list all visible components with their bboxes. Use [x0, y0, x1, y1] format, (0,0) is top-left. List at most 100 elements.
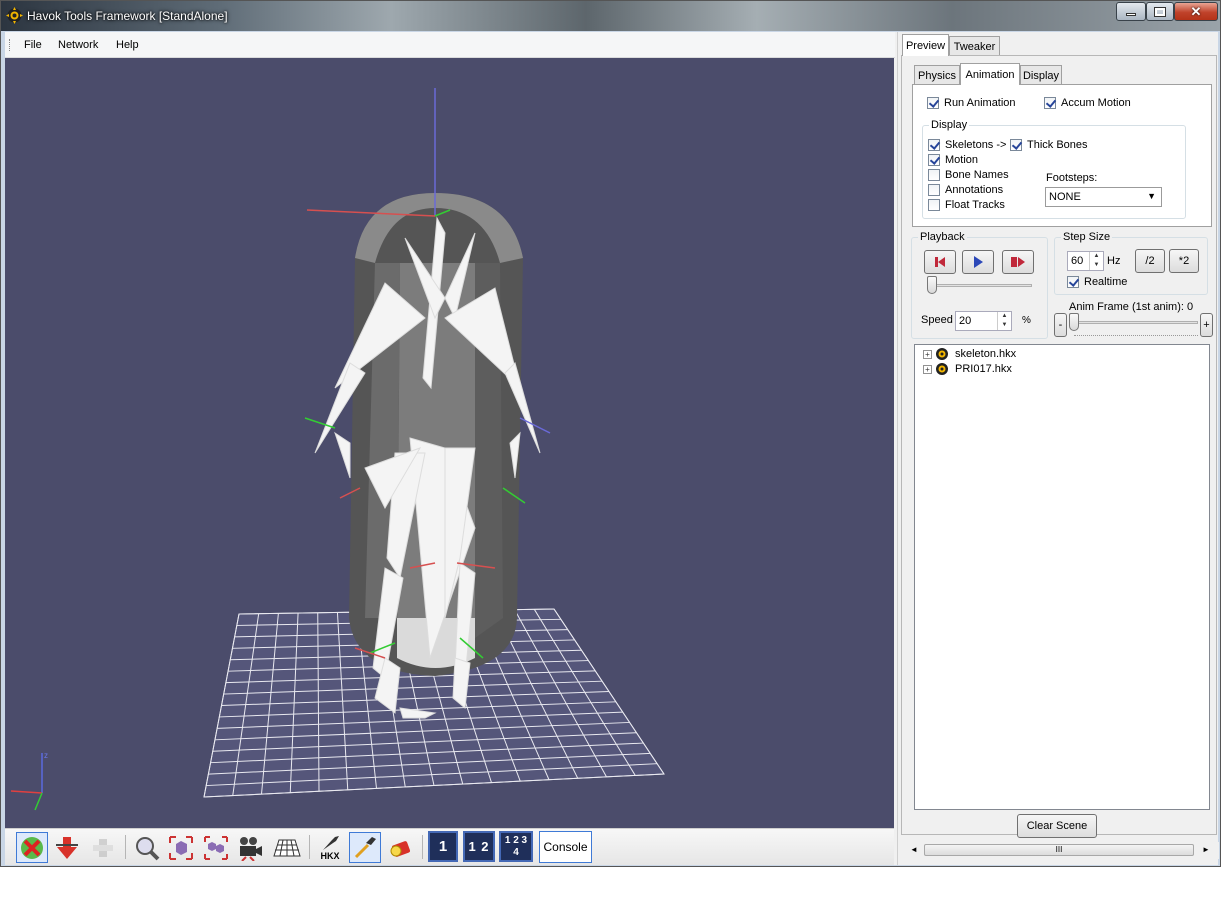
cube-frame-icon: [169, 835, 193, 860]
toolbar-button-wand[interactable]: [349, 832, 381, 863]
speed-label: Speed: [921, 314, 953, 326]
play-button[interactable]: [962, 250, 994, 274]
minimize-button[interactable]: [1116, 2, 1146, 21]
float-tracks-checkbox[interactable]: Float Tracks: [928, 199, 1005, 211]
menu-help[interactable]: Help: [116, 39, 139, 51]
maximize-icon: [1154, 6, 1166, 17]
tree-item-label: skeleton.hkx: [955, 348, 1017, 360]
menu-network[interactable]: Network: [58, 39, 98, 51]
double-step-button[interactable]: *2: [1169, 249, 1199, 273]
scroll-left-icon[interactable]: ◄: [910, 845, 918, 854]
grid-icon: [273, 839, 301, 856]
menu-file[interactable]: File: [24, 39, 42, 51]
tab-animation[interactable]: Animation: [960, 63, 1020, 85]
layout-two-button[interactable]: 1 2: [463, 831, 495, 862]
svg-text:z: z: [44, 751, 48, 760]
playback-group: Playback Speed 20 ▲ ▼ %: [911, 231, 1048, 339]
scroll-thumb[interactable]: III: [924, 844, 1194, 856]
tree-item-pri017[interactable]: + PRI017.hkx: [923, 362, 1012, 376]
maximize-button[interactable]: [1146, 2, 1174, 21]
double-step-label: *2: [1178, 255, 1190, 267]
toolbar-button-cubes[interactable]: [200, 832, 232, 863]
toolbar-button-x[interactable]: [16, 832, 48, 863]
annotations-checkbox[interactable]: Annotations: [928, 184, 1003, 196]
thick-bones-checkbox[interactable]: Thick Bones: [1010, 139, 1088, 151]
havok-logo-icon: [6, 7, 23, 24]
hz-stepper[interactable]: ▲ ▼: [1089, 252, 1103, 270]
zoom-icon: [136, 836, 160, 860]
speed-input[interactable]: 20 ▲ ▼: [955, 311, 1012, 331]
realtime-checkbox[interactable]: Realtime: [1067, 276, 1127, 288]
3d-viewport[interactable]: z: [5, 58, 894, 828]
bone-names-label: Bone Names: [945, 169, 1009, 181]
step-forward-icon: [1011, 257, 1025, 267]
footsteps-select[interactable]: NONE ▼: [1045, 187, 1162, 207]
footsteps-label: Footsteps:: [1046, 172, 1098, 184]
tab-tweaker[interactable]: Tweaker: [949, 36, 1000, 56]
checkbox-box: [928, 184, 940, 196]
hz-value: 60: [1071, 255, 1084, 267]
scene-tree[interactable]: + skeleton.hkx + PRI017.hkx: [914, 344, 1210, 810]
skeletons-checkbox[interactable]: Skeletons ->: [928, 139, 1006, 151]
tree-item-skeleton[interactable]: + skeleton.hkx: [923, 347, 1016, 361]
anim-frame-slider[interactable]: [1074, 321, 1198, 324]
scroll-grip: III: [1055, 845, 1063, 854]
motion-checkbox[interactable]: Motion: [928, 154, 978, 166]
run-animation-checkbox[interactable]: Run Animation: [927, 97, 1016, 109]
tab-display[interactable]: Display: [1020, 65, 1062, 85]
tab-tweaker-label: Tweaker: [953, 40, 996, 53]
speed-stepper[interactable]: ▲ ▼: [997, 312, 1011, 330]
minimize-icon: [1126, 13, 1136, 16]
disabled-icon: [93, 838, 113, 857]
toolbar-button-grid[interactable]: [271, 832, 303, 863]
toolbar-button-hkx[interactable]: HKX: [314, 832, 346, 863]
bottom-toolbar: HKX 1 1 2 1 2 3 4 Console: [5, 828, 894, 865]
horizontal-scrollbar[interactable]: ◄ III ►: [898, 842, 1219, 859]
cubes-icon: [204, 835, 228, 860]
step-size-group: Step Size 60 ▲ ▼ Hz /2 *2 Realtime: [1054, 231, 1208, 295]
layout-four-button[interactable]: 1 2 3 4: [499, 831, 533, 862]
accum-motion-label: Accum Motion: [1061, 97, 1131, 109]
tab-physics[interactable]: Physics: [914, 65, 960, 85]
menu-grip: [9, 39, 11, 51]
skip-back-icon: [935, 257, 945, 267]
rewind-button[interactable]: [924, 250, 956, 274]
expand-icon[interactable]: +: [923, 349, 932, 359]
havok-logo-icon: [936, 348, 948, 360]
scroll-right-icon[interactable]: ►: [1202, 845, 1210, 854]
anim-frame-plus-button[interactable]: +: [1200, 313, 1213, 337]
toolbar-button-flashlight[interactable]: [385, 832, 417, 863]
toolbar-button-cube-frame[interactable]: [165, 832, 197, 863]
toolbar-button-disabled[interactable]: [87, 832, 119, 863]
toolbar-separator: [125, 835, 126, 859]
close-button[interactable]: ✕: [1174, 2, 1218, 21]
toolbar-button-down[interactable]: [51, 832, 83, 863]
hz-unit: Hz: [1107, 255, 1121, 267]
bone-names-checkbox[interactable]: Bone Names: [928, 169, 1009, 181]
play-icon: [974, 256, 983, 268]
anim-frame-slider-thumb[interactable]: [1069, 313, 1079, 331]
record-button[interactable]: [1002, 250, 1034, 274]
speed-unit: %: [1022, 315, 1031, 326]
expand-icon[interactable]: +: [923, 364, 932, 374]
hkx-wrench-icon: [323, 835, 339, 850]
step-size-label: Step Size: [1061, 231, 1113, 243]
clear-scene-button[interactable]: Clear Scene: [1017, 814, 1097, 838]
console-label: Console: [543, 840, 588, 854]
playback-slider-thumb[interactable]: [927, 276, 937, 294]
checkbox-box: [928, 154, 940, 166]
anim-frame-minus-button[interactable]: -: [1054, 313, 1067, 337]
layout-one-button[interactable]: 1: [428, 831, 458, 862]
accum-motion-checkbox[interactable]: Accum Motion: [1044, 97, 1131, 109]
console-button[interactable]: Console: [539, 831, 592, 863]
toolbar-button-zoom[interactable]: [131, 832, 163, 863]
toolbar-button-camera[interactable]: [234, 832, 266, 863]
tab-preview[interactable]: Preview: [902, 34, 949, 56]
x-axis-icon: [21, 836, 43, 859]
playback-slider[interactable]: [928, 284, 1032, 287]
flashlight-icon: [390, 840, 411, 857]
hkx-label: HKX: [320, 850, 340, 861]
hz-input[interactable]: 60 ▲ ▼: [1067, 251, 1104, 271]
layout-four-label: 1 2 3 4: [504, 834, 528, 858]
half-step-button[interactable]: /2: [1135, 249, 1165, 273]
